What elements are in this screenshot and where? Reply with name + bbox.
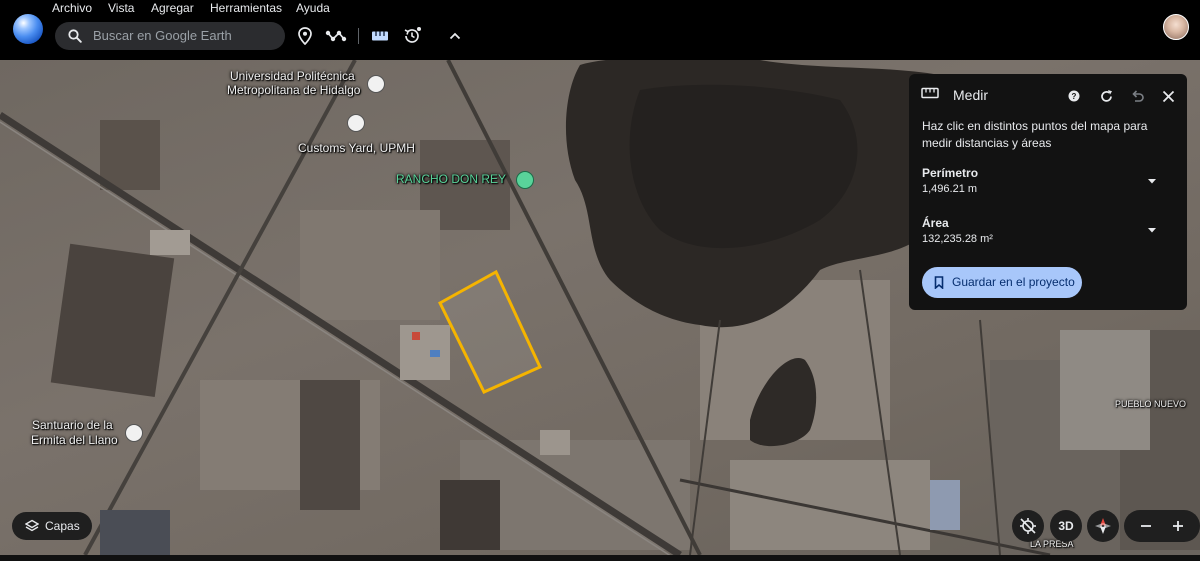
label-santuario-line2[interactable]: Ermita del Llano [31, 434, 118, 447]
layers-button[interactable]: Capas [12, 512, 92, 540]
placemark-icon [298, 27, 312, 45]
plus-icon [1173, 521, 1183, 531]
save-to-project-label: Guardar en el proyecto [952, 275, 1075, 289]
status-bar [0, 555, 1200, 561]
area-value: 132,235.28 m² [922, 233, 993, 245]
measure-button[interactable] [367, 23, 393, 49]
label-pueblo-nuevo[interactable]: PUEBLO NUEVO [1115, 398, 1186, 411]
label-universidad[interactable]: Universidad Politécnica [230, 70, 355, 83]
menu-agregar[interactable]: Agregar [151, 1, 194, 15]
measure-panel-header: Medir ? [909, 74, 1187, 116]
label-universidad-line2[interactable]: Metropolitana de Hidalgo [227, 84, 360, 97]
compass-button[interactable] [1087, 510, 1119, 542]
label-customs-yard[interactable]: Customs Yard, UPMH [298, 142, 415, 155]
search-bar[interactable]: Buscar en Google Earth [55, 22, 285, 50]
layers-label: Capas [45, 519, 80, 533]
search-icon [68, 29, 82, 43]
perimeter-value: 1,496.21 m [922, 183, 978, 195]
path-button[interactable] [323, 23, 349, 49]
undo-icon [1131, 90, 1144, 102]
help-button[interactable]: ? [1063, 85, 1085, 107]
undo-button[interactable] [1126, 85, 1148, 107]
layers-icon [25, 519, 39, 532]
search-input[interactable]: Buscar en Google Earth [93, 28, 232, 43]
toolbar-divider [358, 28, 359, 44]
account-area [1138, 14, 1200, 60]
bookmark-icon [934, 276, 944, 289]
park-poi-icon[interactable] [516, 171, 534, 189]
path-icon [325, 30, 347, 42]
university-poi-icon[interactable] [367, 75, 385, 93]
menu-vista[interactable]: Vista [108, 1, 134, 15]
measure-panel: Medir ? Haz clic en distintos puntos del… [909, 74, 1187, 310]
history-icon [404, 27, 421, 43]
perimeter-label: Perímetro [922, 166, 979, 180]
zoom-out-button[interactable] [1130, 510, 1162, 542]
chevron-up-icon [449, 32, 461, 40]
label-santuario[interactable]: Santuario de la [32, 419, 113, 432]
menu-ayuda[interactable]: Ayuda [296, 1, 330, 15]
measure-panel-title: Medir [953, 87, 989, 103]
reset-measure-button[interactable] [1095, 85, 1117, 107]
menu-herramientas[interactable]: Herramientas [210, 1, 282, 15]
menu-bar: Archivo Vista Agregar Herramientas Ayuda [0, 0, 1200, 18]
location-off-icon [1020, 518, 1036, 534]
minus-icon [1141, 525, 1151, 527]
zoom-in-button[interactable] [1162, 510, 1194, 542]
google-earth-logo-icon[interactable] [13, 14, 43, 44]
area-label: Área [922, 216, 949, 230]
refresh-icon [1100, 89, 1112, 102]
toolbar: Buscar en Google Earth [0, 14, 1200, 60]
church-poi-icon[interactable] [125, 424, 143, 442]
ruler-icon [372, 31, 388, 41]
close-button[interactable] [1157, 85, 1179, 107]
avatar[interactable] [1163, 14, 1189, 40]
toggle-3d-button[interactable]: 3D [1050, 510, 1082, 542]
collapse-toolbar-button[interactable] [442, 23, 468, 49]
perimeter-dropdown-icon[interactable] [1145, 174, 1159, 188]
customs-poi-icon[interactable] [347, 114, 365, 132]
placemark-button[interactable] [292, 23, 318, 49]
menu-archivo[interactable]: Archivo [52, 1, 92, 15]
help-icon: ? [1068, 90, 1080, 102]
compass-icon [1095, 518, 1111, 534]
save-to-project-button[interactable]: Guardar en el proyecto [922, 267, 1082, 298]
area-dropdown-icon[interactable] [1145, 223, 1159, 237]
toggle-3d-label: 3D [1058, 519, 1074, 533]
svg-text:?: ? [1072, 92, 1077, 101]
label-rancho-don-rey[interactable]: RANCHO DON REY [396, 173, 506, 186]
close-icon [1162, 90, 1174, 102]
measure-instruction: Haz clic en distintos puntos del mapa pa… [922, 119, 1148, 150]
location-off-button[interactable] [1012, 510, 1044, 542]
historical-imagery-button[interactable] [399, 23, 425, 49]
ruler-icon [921, 87, 939, 99]
zoom-controls [1124, 510, 1200, 542]
